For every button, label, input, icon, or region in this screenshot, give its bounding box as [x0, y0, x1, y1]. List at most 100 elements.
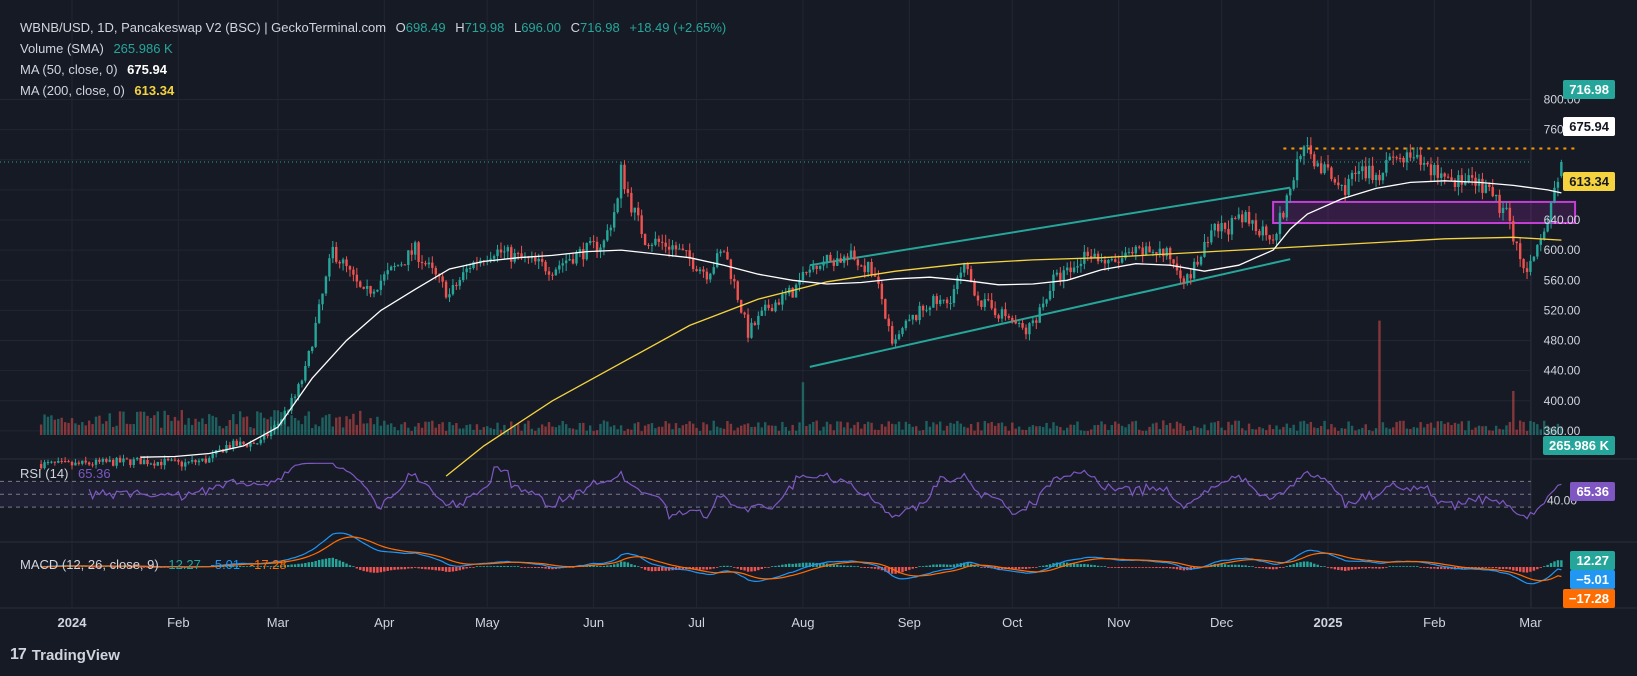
macd-histogram-bar — [1436, 567, 1440, 570]
macd-histogram-bar — [1330, 567, 1333, 569]
volume-bar — [437, 424, 441, 435]
volume-bar — [1330, 424, 1333, 435]
candle-body — [588, 240, 592, 243]
candle-body — [156, 461, 159, 466]
volume-bar — [523, 423, 527, 435]
macd-histogram-bar — [1316, 564, 1319, 567]
volume-bar — [829, 424, 832, 435]
candle-body — [1302, 146, 1306, 157]
ma50-legend[interactable]: MA (50, close, 0) 675.94 — [20, 62, 173, 77]
candle-body — [654, 238, 657, 245]
candle-body — [959, 272, 963, 278]
macd-histogram-bar — [839, 565, 842, 567]
volume-bar — [341, 427, 345, 435]
volume-bar — [1333, 427, 1337, 435]
volume-bar — [479, 429, 482, 435]
volume-bar — [1141, 430, 1144, 435]
macd-histogram-bar — [746, 567, 750, 572]
tradingview-brand[interactable]: 17 TradingView — [10, 646, 120, 664]
volume-bar — [698, 431, 702, 435]
ma200-legend[interactable]: MA (200, close, 0) 613.34 — [20, 83, 180, 98]
macd-histogram-bar — [849, 565, 853, 567]
candle-body — [1275, 233, 1278, 241]
candle-body — [829, 254, 832, 261]
macd-histogram-bar — [520, 567, 523, 568]
macd-histogram-bar — [506, 565, 510, 567]
candle-body — [1429, 164, 1433, 176]
symbol-title[interactable]: WBNB/USD, 1D, Pancakeswap V2 (BSC) | Gec… — [20, 20, 386, 35]
candle-body — [661, 241, 664, 243]
volume-bar — [1326, 429, 1330, 435]
volume-legend[interactable]: Volume (SMA) 265.986 K — [20, 41, 179, 56]
volume-bar — [122, 411, 125, 435]
volume-bar — [1313, 427, 1316, 435]
volume-bar — [1182, 425, 1186, 435]
candle-body — [726, 251, 729, 260]
candle-body — [300, 380, 304, 385]
candle-body — [1216, 223, 1220, 232]
candle-body — [932, 296, 935, 308]
volume-bar — [1268, 424, 1271, 435]
candle-body — [770, 307, 774, 312]
candle-body — [1268, 235, 1271, 240]
volume-bar — [746, 423, 750, 435]
macd-histogram-bar — [709, 567, 712, 570]
macd-histogram-bar — [1309, 562, 1313, 567]
volume-bar — [221, 428, 225, 435]
candle-body — [554, 269, 558, 276]
volume-bar — [1151, 423, 1155, 435]
volume-bar — [1007, 430, 1011, 435]
macd-histogram-bar — [338, 560, 341, 567]
volume-bar — [1522, 421, 1525, 435]
volume-bar — [355, 424, 359, 435]
macd-histogram-bar — [630, 564, 633, 567]
candle-body — [180, 461, 184, 467]
volume-bar — [956, 420, 959, 435]
volume-bar — [1206, 430, 1210, 435]
volume-bar — [1494, 425, 1498, 435]
rsi-legend[interactable]: RSI (14) 65.36 — [20, 466, 117, 481]
volume-bar — [530, 428, 534, 435]
macd-histogram-bar — [1306, 561, 1309, 567]
volume-bar — [911, 426, 914, 435]
candle-body — [1223, 223, 1227, 229]
volume-bar — [1035, 426, 1038, 435]
candle-body — [880, 283, 884, 300]
candle-body — [87, 462, 91, 465]
candle-body — [664, 242, 667, 247]
macd-histogram-bar — [1103, 566, 1107, 567]
volume-bar — [129, 424, 132, 435]
candle-body — [832, 260, 836, 266]
macd-histogram-bar — [1350, 567, 1354, 570]
volume-bar — [969, 423, 973, 435]
macd-histogram-bar — [482, 566, 486, 567]
volume-bar — [1440, 421, 1443, 435]
macd-histogram-bar — [925, 565, 928, 567]
x-tick-label: May — [475, 615, 500, 630]
candle-body — [170, 459, 173, 461]
macd-histogram-bar — [1374, 567, 1378, 569]
macd-histogram-bar — [719, 566, 722, 567]
volume-bar — [53, 419, 57, 435]
candle-body — [1402, 157, 1405, 163]
volume-bar — [1038, 426, 1041, 435]
volume-bar — [685, 423, 688, 435]
macd-histogram-bar — [348, 565, 352, 567]
price-chart[interactable]: 360.00400.00440.00480.00520.00560.00600.… — [0, 0, 1637, 676]
candle-body — [496, 249, 499, 257]
volume-bar — [108, 413, 111, 435]
volume-bar — [142, 411, 146, 435]
volume-bar — [208, 414, 211, 435]
volume-bar — [516, 423, 520, 435]
candle-body — [1350, 172, 1354, 179]
candle-body — [1127, 251, 1131, 253]
candle-body — [94, 459, 98, 465]
macd-histogram-bar — [1285, 566, 1289, 567]
macd-legend[interactable]: MACD (12, 26, close, 9) 12.27 -5.01 -17.… — [20, 557, 293, 572]
volume-bar — [1059, 427, 1062, 435]
candle-body — [1261, 226, 1264, 236]
candle-body — [451, 285, 455, 295]
candle-body — [1144, 246, 1148, 256]
volume-bar — [928, 426, 932, 435]
candle-body — [1481, 178, 1484, 193]
